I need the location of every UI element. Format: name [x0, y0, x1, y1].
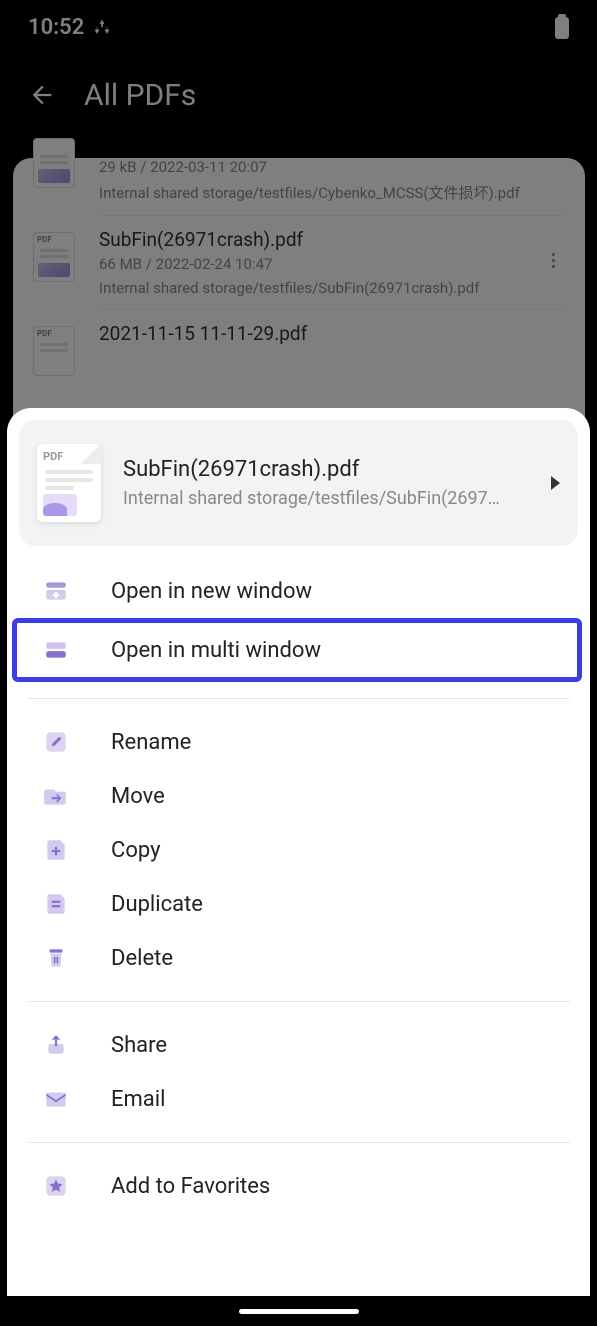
menu-section-open: Open in new window Open in multi window [7, 558, 590, 688]
rename-button[interactable]: Rename [7, 715, 590, 769]
email-button[interactable]: Email [7, 1072, 590, 1126]
pdf-file-icon: PDF [37, 444, 101, 522]
menu-section-share: Share Email [7, 1012, 590, 1132]
trash-icon [43, 945, 69, 971]
email-icon [43, 1086, 69, 1112]
divider [27, 1001, 570, 1002]
new-window-icon [43, 578, 69, 604]
copy-button[interactable]: Copy [7, 823, 590, 877]
menu-label: Move [111, 784, 165, 809]
menu-label: Open in multi window [111, 638, 321, 663]
duplicate-icon [43, 891, 69, 917]
menu-label: Rename [111, 730, 191, 755]
delete-button[interactable]: Delete [7, 931, 590, 985]
share-button[interactable]: Share [7, 1018, 590, 1072]
move-icon [43, 783, 69, 809]
open-multi-window-button[interactable]: Open in multi window [17, 623, 577, 677]
favorites-button[interactable]: Add to Favorites [7, 1159, 590, 1213]
divider [27, 698, 570, 699]
share-icon [43, 1032, 69, 1058]
menu-section-file: Rename Move Copy Duplicate Delete [7, 709, 590, 991]
duplicate-button[interactable]: Duplicate [7, 877, 590, 931]
highlighted-option: Open in multi window [12, 618, 582, 682]
pdf-badge: PDF [43, 450, 63, 463]
menu-label: Duplicate [111, 892, 203, 917]
action-sheet: PDF SubFin(26971crash).pdf Internal shar… [7, 408, 590, 1326]
copy-icon [43, 837, 69, 863]
menu-label: Delete [111, 946, 173, 971]
chevron-right-icon [551, 476, 560, 490]
sheet-file-path: Internal shared storage/testfiles/SubFin… [123, 488, 529, 509]
menu-label: Share [111, 1033, 167, 1058]
sheet-header-text: SubFin(26971crash).pdf Internal shared s… [123, 457, 529, 509]
divider [27, 1142, 570, 1143]
star-icon [43, 1173, 69, 1199]
menu-label: Copy [111, 838, 161, 863]
move-button[interactable]: Move [7, 769, 590, 823]
nav-bar [0, 1296, 597, 1326]
multi-window-icon [43, 637, 69, 663]
menu-label: Email [111, 1087, 165, 1112]
sheet-file-name: SubFin(26971crash).pdf [123, 457, 529, 482]
pencil-icon [43, 729, 69, 755]
open-new-window-button[interactable]: Open in new window [7, 564, 590, 618]
menu-label: Add to Favorites [111, 1174, 270, 1199]
menu-section-favorites: Add to Favorites [7, 1153, 590, 1219]
menu-label: Open in new window [111, 579, 312, 604]
home-handle[interactable] [239, 1309, 359, 1314]
sheet-file-header[interactable]: PDF SubFin(26971crash).pdf Internal shar… [19, 420, 578, 546]
